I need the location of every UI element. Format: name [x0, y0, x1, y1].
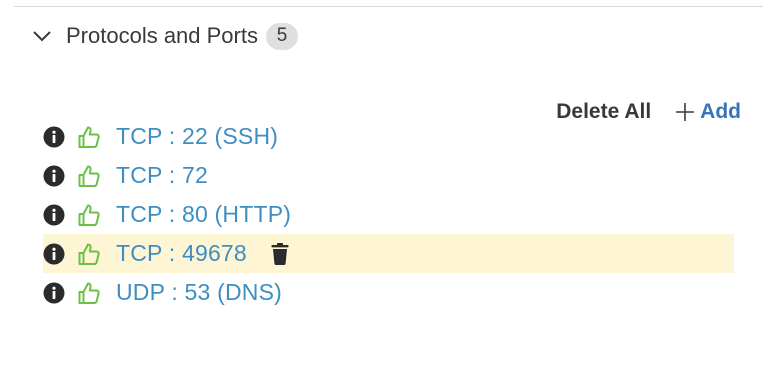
section-header[interactable]: Protocols and Ports 5	[32, 21, 298, 51]
thumbs-up-icon	[78, 204, 100, 226]
info-icon[interactable]	[43, 243, 65, 265]
info-icon[interactable]	[43, 165, 65, 187]
rule-row[interactable]: UDP : 53 (DNS)	[0, 273, 763, 312]
rule-label[interactable]: TCP : 22 (SSH)	[116, 123, 278, 150]
info-icon[interactable]	[43, 204, 65, 226]
trash-icon[interactable]	[271, 242, 289, 265]
rule-label[interactable]: UDP : 53 (DNS)	[116, 279, 282, 306]
thumbs-up-icon	[78, 126, 100, 148]
thumbs-up-icon	[78, 282, 100, 304]
rule-row[interactable]: TCP : 80 (HTTP)	[0, 195, 763, 234]
rule-row-hovered[interactable]: TCP : 49678	[43, 234, 734, 273]
info-icon[interactable]	[43, 126, 65, 148]
rule-label[interactable]: TCP : 72	[116, 162, 208, 189]
rule-row[interactable]: TCP : 72	[0, 156, 763, 195]
protocols-and-ports-panel: Protocols and Ports 5 Delete All Add TCP…	[0, 0, 763, 366]
chevron-down-icon[interactable]	[32, 29, 52, 43]
rule-label[interactable]: TCP : 49678	[116, 240, 247, 267]
rule-row[interactable]: TCP : 22 (SSH)	[0, 117, 763, 156]
count-badge: 5	[265, 22, 298, 50]
thumbs-up-icon	[78, 165, 100, 187]
info-icon[interactable]	[43, 282, 65, 304]
section-title: Protocols and Ports	[66, 23, 258, 48]
rule-list: TCP : 22 (SSH) TCP : 72 TCP: 80 (HTTP) …	[0, 117, 763, 312]
divider	[14, 6, 763, 7]
rule-label[interactable]: TCP : 80 (HTTP)	[116, 201, 291, 228]
thumbs-up-icon	[78, 243, 100, 265]
